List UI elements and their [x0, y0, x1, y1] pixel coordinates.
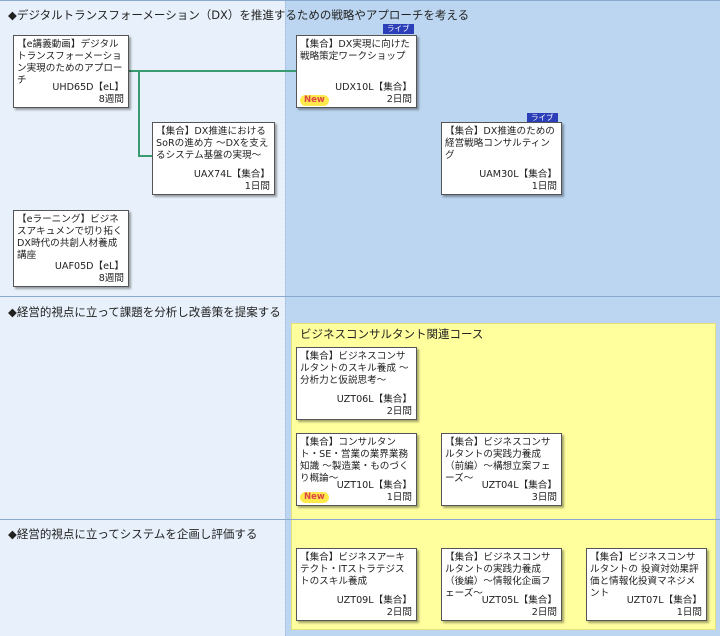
section-title-planning: ◆経営的視点に立ってシステムを企画し評価する: [8, 527, 258, 541]
course-duration: 2日間: [531, 607, 557, 618]
column-divider: [285, 0, 286, 636]
course-code: UAM30L【集合】: [479, 169, 557, 180]
course-card-uzt04l[interactable]: 【集合】ビジネスコンサルタントの実践力養成（前編）～構想立案フェーズ～ UZT0…: [441, 433, 562, 506]
course-card-uzt06l[interactable]: 【集合】ビジネスコンサルタントのスキル養成 ～分析力と仮説思考～ UZT06L【…: [296, 347, 417, 420]
course-title: 【集合】ビジネスコンサルタントの 投資対効果評価と情報化投資マネジメント: [590, 552, 699, 599]
course-duration: 2日間: [386, 607, 412, 618]
course-code: UZT05L【集合】: [481, 595, 557, 606]
course-duration: 1日間: [386, 492, 412, 503]
section-title-analysis: ◆経営的視点に立って課題を分析し改善策を提案する: [8, 305, 281, 319]
course-title: 【eラーニング】ビジネスアキュメンで切り拓くDX時代の共創人材養成講座: [17, 214, 123, 261]
course-title: 【集合】ビジネスコンサルタントの実践力養成（前編）～構想立案フェーズ～: [445, 437, 551, 484]
course-card-uam30l[interactable]: 【集合】DX推進のための経営戦略コンサルティング UAM30L【集合】 1日間: [441, 122, 562, 195]
course-code: UZT07L【集合】: [626, 595, 702, 606]
course-code: UHD65D【eL】: [52, 82, 124, 93]
course-title: 【集合】DX実現に向けた戦略策定ワークショップ: [300, 39, 410, 62]
course-code: UAX74L【集合】: [193, 169, 270, 180]
course-code: UZT10L【集合】: [336, 480, 412, 491]
new-badge: New: [300, 95, 329, 106]
course-card-uzt09l[interactable]: 【集合】ビジネスアーキテクト・ITストラテジストのスキル養成 UZT09L【集合…: [296, 548, 417, 621]
course-title: 【e講義動画】デジタルトランスフォーメーション実現のためのアプローチ: [17, 39, 123, 86]
course-duration: 8週間: [98, 273, 124, 284]
course-code: UZT04L【集合】: [481, 480, 557, 491]
course-duration: 8週間: [98, 94, 124, 105]
course-code: UZT09L【集合】: [336, 595, 412, 606]
course-card-uzt05l[interactable]: 【集合】ビジネスコンサルタントの実践力養成（後編）～情報化企画フェーズ～ UZT…: [441, 548, 562, 621]
course-duration: 2日間: [386, 406, 412, 417]
course-code: UDX10L【集合】: [335, 82, 412, 93]
course-duration: 1日間: [244, 181, 270, 192]
live-badge: ライブ: [383, 24, 414, 34]
section-title-dx: ◆デジタルトランスフォーメーション（DX）を推進するための戦略やアプローチを考え…: [8, 8, 470, 22]
course-title: 【集合】コンサルタント・SE・営業の業界業務知識 ～製造業・ものづくり概論～: [300, 437, 409, 484]
course-title: 【集合】ビジネスコンサルタントのスキル養成 ～分析力と仮説思考～: [300, 351, 409, 386]
course-duration: 3日間: [531, 492, 557, 503]
course-card-uzt07l[interactable]: 【集合】ビジネスコンサルタントの 投資対効果評価と情報化投資マネジメント UZT…: [586, 548, 707, 621]
course-title: 【集合】DX推進における SoRの進め方 ～DXを支えるシステム基盤の実現～: [156, 126, 269, 161]
course-duration: 1日間: [676, 607, 702, 618]
connector-line: [128, 70, 296, 72]
course-duration: 2日間: [386, 94, 412, 105]
connector-line: [138, 70, 140, 157]
course-card-uaf05d[interactable]: 【eラーニング】ビジネスアキュメンで切り拓くDX時代の共創人材養成講座 UAF0…: [13, 210, 129, 287]
course-title: 【集合】ビジネスコンサルタントの実践力養成（後編）～情報化企画フェーズ～: [445, 552, 551, 599]
section-divider: [0, 296, 720, 297]
new-badge: New: [300, 492, 329, 503]
course-code: UZT06L【集合】: [336, 394, 412, 405]
course-code: UAF05D【eL】: [54, 261, 124, 272]
course-card-uax74l[interactable]: 【集合】DX推進における SoRの進め方 ～DXを支えるシステム基盤の実現～ U…: [152, 122, 275, 195]
section-divider: [0, 0, 720, 1]
course-duration: 1日間: [531, 181, 557, 192]
course-title: 【集合】DX推進のための経営戦略コンサルティング: [445, 126, 555, 161]
course-card-uhd65d[interactable]: 【e講義動画】デジタルトランスフォーメーション実現のためのアプローチ UHD65…: [13, 35, 129, 108]
consultant-group-title: ビジネスコンサルタント関連コース: [300, 327, 484, 341]
course-title: 【集合】ビジネスアーキテクト・ITストラテジストのスキル養成: [300, 552, 405, 587]
section-divider: [0, 519, 720, 520]
